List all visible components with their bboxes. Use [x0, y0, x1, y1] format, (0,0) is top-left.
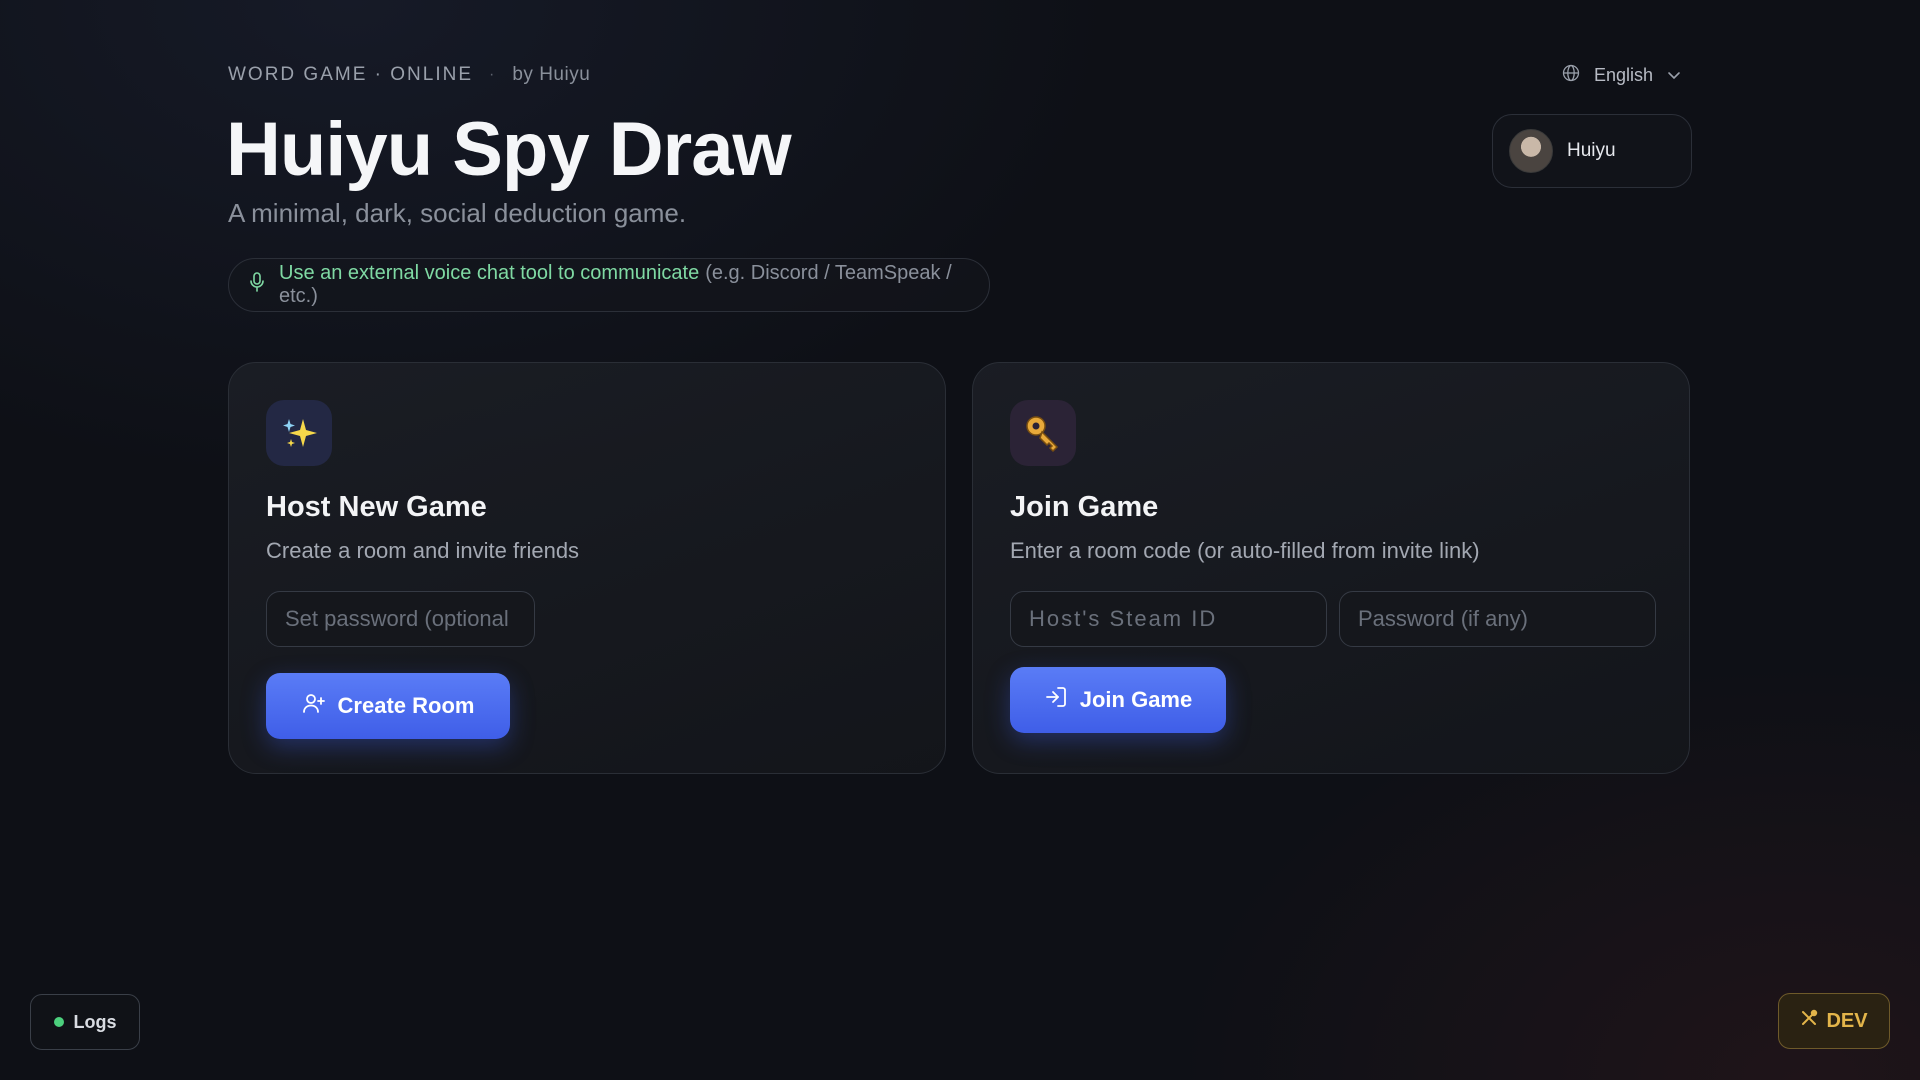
logs-button[interactable]: Logs — [30, 994, 140, 1050]
host-card-title: Host New Game — [266, 491, 487, 523]
eyebrow-text: WORD GAME · ONLINE — [228, 64, 474, 85]
create-room-button[interactable]: Create Room — [266, 673, 510, 739]
chevron-down-icon — [1667, 65, 1681, 86]
language-selector[interactable]: English — [1562, 64, 1681, 87]
login-arrow-icon — [1044, 686, 1068, 714]
voice-chat-notice: Use an external voice chat tool to commu… — [228, 258, 990, 312]
join-game-button[interactable]: Join Game — [1010, 667, 1226, 733]
add-user-icon — [302, 692, 326, 720]
avatar — [1509, 129, 1553, 173]
key-icon — [1010, 400, 1076, 466]
logs-label: Logs — [73, 1011, 117, 1032]
dev-tools-button[interactable]: DEV — [1778, 993, 1890, 1049]
join-password-input[interactable] — [1339, 591, 1656, 647]
page-title: Huiyu Spy Draw — [226, 107, 792, 192]
language-label: English — [1594, 65, 1654, 85]
user-profile-chip[interactable]: Huiyu — [1492, 114, 1692, 188]
join-game-label: Join Game — [1079, 687, 1193, 712]
dev-label: DEV — [1826, 1009, 1868, 1032]
microphone-icon — [249, 272, 265, 298]
host-game-card: Host New Game Create a room and invite f… — [228, 362, 946, 774]
voice-note-text: Use an external voice chat tool to commu… — [279, 262, 700, 284]
globe-icon — [1562, 64, 1580, 87]
byline: by Huiyu — [512, 64, 591, 85]
steam-id-input[interactable] — [1010, 591, 1327, 647]
join-game-card: Join Game Enter a room code (or auto-fil… — [972, 362, 1690, 774]
page-subtitle: A minimal, dark, social deduction game. — [228, 198, 687, 228]
join-card-description: Enter a room code (or auto-filled from i… — [1010, 538, 1480, 563]
status-dot — [53, 1017, 64, 1027]
sparkles-icon — [266, 400, 332, 466]
join-card-title: Join Game — [1010, 491, 1159, 523]
user-name: Huiyu — [1567, 140, 1616, 161]
create-room-label: Create Room — [337, 693, 475, 718]
eyebrow-separator: · — [489, 66, 497, 83]
tools-icon — [1800, 1009, 1818, 1033]
host-card-description: Create a room and invite friends — [266, 538, 580, 563]
header-eyebrow: WORD GAME · ONLINE · by Huiyu — [228, 64, 590, 86]
host-password-input[interactable] — [266, 591, 535, 647]
